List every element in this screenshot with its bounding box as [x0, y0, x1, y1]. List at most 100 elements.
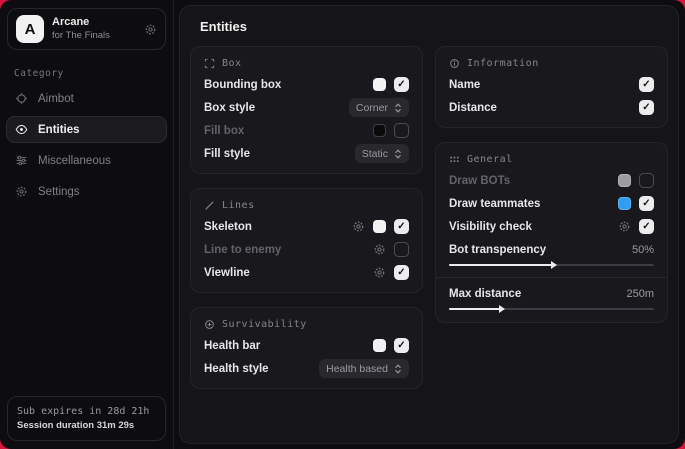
sidebar-item-miscellaneous[interactable]: Miscellaneous — [6, 147, 167, 174]
setting-row: Line to enemy — [204, 242, 409, 257]
divider — [436, 277, 667, 278]
bot-transparency-slider[interactable] — [449, 264, 654, 266]
left-column: Box Bounding box Box style — [190, 46, 423, 389]
row-settings-gear-icon[interactable] — [373, 266, 386, 279]
checkbox[interactable] — [639, 196, 654, 211]
lines-card: Lines Skeleton Line to enemy — [190, 188, 423, 293]
setting-row: Draw teammates — [449, 196, 654, 211]
subscription-card: Sub expires in 28d 21h Session duration … — [7, 396, 166, 441]
slider-value: 50% — [632, 244, 654, 256]
card-title: Lines — [222, 200, 255, 211]
app-window: A Arcane for The Finals Category Aimbot — [0, 0, 685, 449]
survivability-card: Survivability Health bar Health style — [190, 307, 423, 389]
box-style-dropdown[interactable]: Corner — [349, 98, 409, 117]
color-swatch[interactable] — [373, 220, 386, 233]
checkbox[interactable] — [394, 265, 409, 280]
sidebar-item-aimbot[interactable]: Aimbot — [6, 85, 167, 112]
sidebar-item-label: Settings — [38, 186, 80, 198]
color-swatch[interactable] — [373, 78, 386, 91]
setting-row: Skeleton — [204, 219, 409, 234]
sidebar-nav: Aimbot Entities Miscellaneous Settings — [0, 85, 173, 205]
line-icon — [204, 200, 215, 211]
setting-label: Line to enemy — [204, 244, 373, 256]
setting-row: Name — [449, 77, 654, 92]
checkbox[interactable] — [394, 338, 409, 353]
page-title: Entities — [200, 19, 668, 34]
brand-subtitle: for The Finals — [52, 30, 136, 42]
session-duration-text: Session duration 31m 29s — [17, 419, 156, 433]
bot-transparency-slider-row: Bot transpenency 50% — [449, 244, 654, 266]
row-settings-gear-icon[interactable] — [352, 220, 365, 233]
max-distance-slider[interactable] — [449, 308, 654, 310]
color-swatch[interactable] — [373, 339, 386, 352]
category-label: Category — [14, 68, 173, 79]
setting-label: Draw BOTs — [449, 175, 618, 187]
slider-fill — [449, 308, 500, 310]
eye-icon — [15, 123, 28, 136]
setting-label: Visibility check — [449, 221, 618, 233]
checkbox[interactable] — [639, 173, 654, 188]
checkbox[interactable] — [639, 77, 654, 92]
crosshair-icon — [15, 92, 28, 105]
row-settings-gear-icon[interactable] — [618, 220, 631, 233]
slider-value: 250m — [626, 288, 654, 300]
checkbox[interactable] — [639, 219, 654, 234]
sidebar-item-settings[interactable]: Settings — [6, 178, 167, 205]
box-card-header: Box — [204, 58, 409, 69]
sidebar: A Arcane for The Finals Category Aimbot — [0, 0, 174, 449]
fill-style-dropdown[interactable]: Static — [355, 144, 409, 163]
setting-label: Box style — [204, 102, 349, 114]
chevron-up-down-icon — [394, 364, 402, 374]
setting-label: Name — [449, 79, 639, 91]
card-columns: Box Bounding box Box style — [190, 46, 668, 389]
health-cross-icon — [204, 319, 215, 330]
info-icon — [449, 58, 460, 69]
setting-label: Fill style — [204, 148, 355, 160]
checkbox[interactable] — [394, 123, 409, 138]
checkbox[interactable] — [639, 100, 654, 115]
right-column: Information Name Distance — [435, 46, 668, 389]
main-area: Entities Box Bounding box — [174, 0, 685, 449]
checkbox[interactable] — [394, 242, 409, 257]
sidebar-item-label: Aimbot — [38, 93, 74, 105]
color-swatch[interactable] — [618, 174, 631, 187]
row-settings-gear-icon[interactable] — [373, 243, 386, 256]
survivability-card-header: Survivability — [204, 319, 409, 330]
card-title: Box — [222, 58, 242, 69]
setting-row: Fill style Static — [204, 146, 409, 161]
setting-row: Health style Health based — [204, 361, 409, 376]
health-style-dropdown[interactable]: Health based — [319, 359, 409, 378]
setting-row: Box style Corner — [204, 100, 409, 115]
slider-label: Bot transpenency — [449, 244, 632, 256]
color-swatch[interactable] — [618, 197, 631, 210]
card-title: General — [467, 154, 513, 165]
lines-card-header: Lines — [204, 200, 409, 211]
screenshot-stage: A Arcane for The Finals Category Aimbot — [0, 0, 685, 449]
sidebar-item-label: Entities — [38, 124, 80, 136]
setting-row: Visibility check — [449, 219, 654, 234]
entities-panel: Entities Box Bounding box — [179, 5, 679, 444]
sub-expires-text: Sub expires in 28d 21h — [17, 404, 156, 419]
slider-label: Max distance — [449, 288, 626, 300]
gear-icon — [15, 185, 28, 198]
card-title: Survivability — [222, 319, 307, 330]
chevron-up-down-icon — [394, 149, 402, 159]
brand-text: Arcane for The Finals — [52, 16, 136, 42]
brand-name: Arcane — [52, 16, 136, 30]
setting-row: Draw BOTs — [449, 173, 654, 188]
dropdown-value: Corner — [356, 102, 388, 114]
dropdown-value: Static — [362, 148, 388, 160]
setting-label: Viewline — [204, 267, 373, 279]
checkbox[interactable] — [394, 219, 409, 234]
setting-row: Viewline — [204, 265, 409, 280]
sidebar-spacer — [0, 205, 173, 396]
color-swatch[interactable] — [373, 124, 386, 137]
sidebar-item-entities[interactable]: Entities — [6, 116, 167, 143]
general-card: General Draw BOTs Draw teammates — [435, 142, 668, 323]
setting-label: Distance — [449, 102, 639, 114]
brand-settings-gear-icon[interactable] — [144, 23, 157, 36]
checkbox[interactable] — [394, 77, 409, 92]
dropdown-value: Health based — [326, 363, 388, 375]
grid-dots-icon — [449, 154, 460, 165]
information-card: Information Name Distance — [435, 46, 668, 128]
